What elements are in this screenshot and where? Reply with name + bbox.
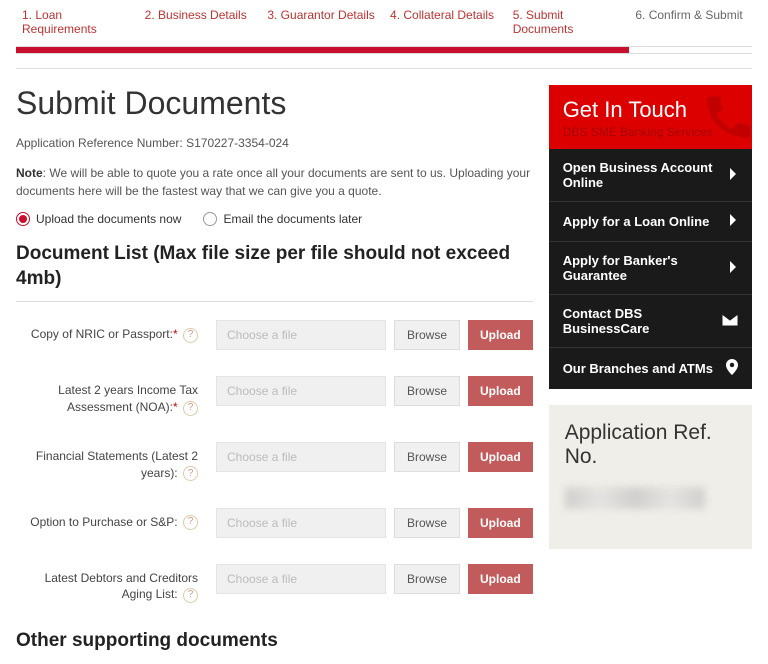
document-list-heading: Document List (Max file size per file sh… [16, 242, 533, 291]
sidebar-link-label: Apply for a Loan Online [563, 214, 710, 229]
browse-button[interactable]: Browse [394, 508, 460, 538]
browse-button[interactable]: Browse [394, 442, 460, 472]
chevron-icon [728, 260, 738, 277]
help-icon[interactable]: ? [183, 588, 198, 603]
sidebar-link-label: Open Business Account Online [563, 160, 728, 190]
document-label: Latest 2 years Income Tax Assessment (NO… [16, 376, 204, 416]
sidebar-link-4[interactable]: Our Branches and ATMs [549, 348, 752, 389]
sidebar-link-3[interactable]: Contact DBS BusinessCare [549, 295, 752, 348]
sidebar-link-label: Apply for Banker's Guarantee [563, 253, 728, 283]
sidebar-link-label: Contact DBS BusinessCare [563, 306, 722, 336]
upload-mode-radios: Upload the documents now Email the docum… [16, 212, 533, 226]
radio-icon [16, 212, 30, 226]
document-row: Option to Purchase or S&P: ? Choose a fil… [16, 508, 533, 538]
radio-icon [203, 212, 217, 226]
application-ref-value-redacted [565, 487, 705, 509]
stepper: 1. Loan Requirements2. Business Details3… [16, 0, 752, 46]
progress-segment [384, 47, 507, 53]
radio-label: Upload the documents now [36, 212, 181, 226]
help-icon[interactable]: ? [183, 466, 198, 481]
progress-segment [139, 47, 262, 53]
sidebar-link-2[interactable]: Apply for Banker's Guarantee [549, 242, 752, 295]
application-reference: Application Reference Number: S170227-33… [16, 136, 533, 150]
step-4[interactable]: 4. Collateral Details [384, 8, 507, 46]
get-in-touch-panel: Get In Touch DBS SME Banking Services [549, 85, 752, 149]
document-row: Latest Debtors and Creditors Aging List:… [16, 564, 533, 604]
help-icon[interactable]: ? [183, 328, 198, 343]
chevron-icon [728, 167, 738, 184]
step-3[interactable]: 3. Guarantor Details [261, 8, 384, 46]
help-icon[interactable]: ? [183, 401, 198, 416]
upload-button[interactable]: Upload [468, 320, 533, 350]
file-input-display[interactable]: Choose a file [216, 442, 386, 472]
browse-button[interactable]: Browse [394, 320, 460, 350]
step-1[interactable]: 1. Loan Requirements [16, 8, 139, 46]
browse-button[interactable]: Browse [394, 376, 460, 406]
radio-label: Email the documents later [223, 212, 362, 226]
document-label: Financial Statements (Latest 2 years): ? [16, 442, 204, 482]
file-input-display[interactable]: Choose a file [216, 320, 386, 350]
document-label: Latest Debtors and Creditors Aging List:… [16, 564, 204, 604]
sidebar-links: Open Business Account Online Apply for a … [549, 149, 752, 389]
other-documents-heading: Other supporting documents [16, 629, 533, 654]
document-label: Copy of NRIC or Passport:* ? [16, 320, 204, 343]
phone-icon [700, 87, 752, 149]
page-title: Submit Documents [16, 85, 533, 122]
pin-icon [726, 359, 738, 378]
help-icon[interactable]: ? [183, 515, 198, 530]
document-row: Financial Statements (Latest 2 years): ?… [16, 442, 533, 482]
progress-segment [261, 47, 384, 53]
progress-segment [629, 47, 752, 53]
step-5[interactable]: 5. Submit Documents [507, 8, 630, 46]
upload-button[interactable]: Upload [468, 508, 533, 538]
chevron-icon [728, 213, 738, 230]
radio-upload-now[interactable]: Upload the documents now [16, 212, 181, 226]
progress-segment [507, 47, 630, 53]
document-row: Copy of NRIC or Passport:* ? Choose a fil… [16, 320, 533, 350]
mail-icon [722, 313, 738, 329]
radio-email-later[interactable]: Email the documents later [203, 212, 362, 226]
step-6[interactable]: 6. Confirm & Submit [629, 8, 752, 46]
file-input-display[interactable]: Choose a file [216, 508, 386, 538]
sidebar-link-0[interactable]: Open Business Account Online [549, 149, 752, 202]
document-label: Option to Purchase or S&P: ? [16, 508, 204, 531]
browse-button[interactable]: Browse [394, 564, 460, 594]
upload-button[interactable]: Upload [468, 442, 533, 472]
sidebar-link-1[interactable]: Apply for a Loan Online [549, 202, 752, 242]
file-input-display[interactable]: Choose a file [216, 564, 386, 594]
application-ref-box: Application Ref. No. [549, 405, 752, 549]
upload-button[interactable]: Upload [468, 564, 533, 594]
divider [16, 301, 533, 302]
note-text: Note: We will be able to quote you a rat… [16, 164, 533, 200]
file-input-display[interactable]: Choose a file [216, 376, 386, 406]
progress-segment [16, 47, 139, 53]
document-row: Latest 2 years Income Tax Assessment (NO… [16, 376, 533, 416]
step-2[interactable]: 2. Business Details [139, 8, 262, 46]
upload-button[interactable]: Upload [468, 376, 533, 406]
stepper-progress-bar [16, 46, 752, 54]
sidebar-link-label: Our Branches and ATMs [563, 361, 713, 376]
application-ref-title: Application Ref. No. [565, 421, 736, 469]
